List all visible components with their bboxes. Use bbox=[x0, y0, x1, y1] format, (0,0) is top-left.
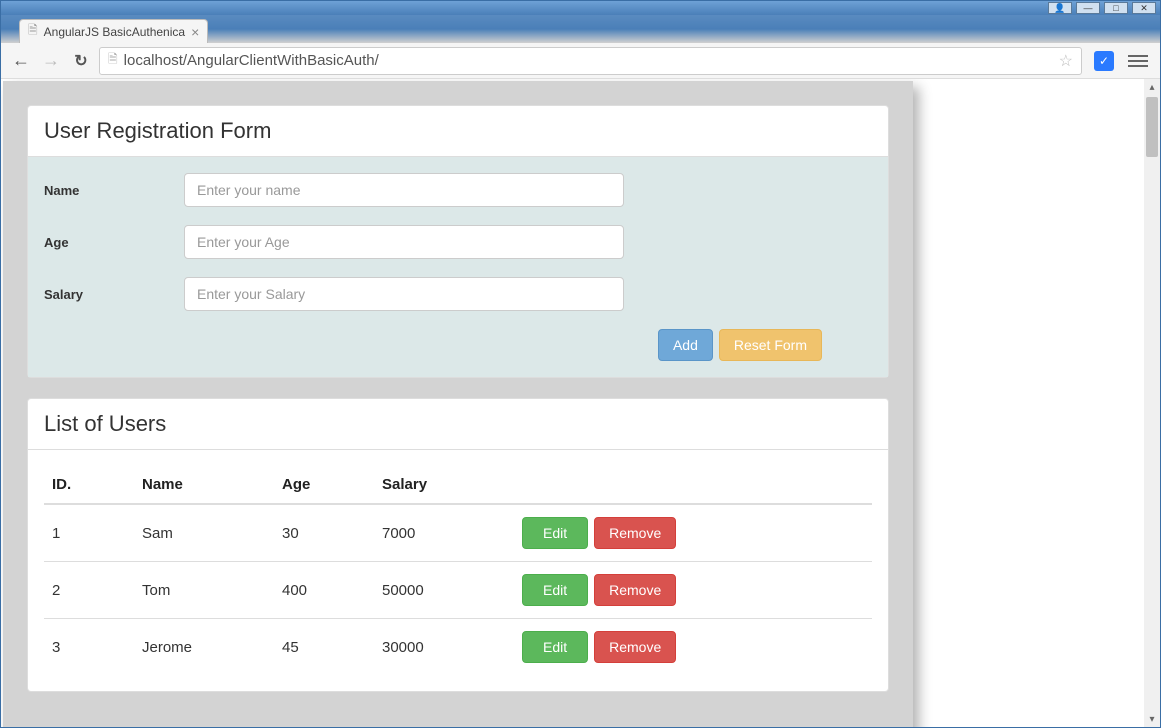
remove-button[interactable]: Remove bbox=[594, 631, 676, 663]
scroll-down-icon[interactable]: ▾ bbox=[1144, 711, 1160, 727]
col-name: Name bbox=[134, 466, 274, 504]
url-text: localhost/AngularClientWithBasicAuth/ bbox=[124, 52, 379, 69]
age-label: Age bbox=[44, 235, 184, 250]
table-row: 2Tom40050000EditRemove bbox=[44, 562, 872, 619]
edit-button[interactable]: Edit bbox=[522, 517, 588, 549]
users-list-panel: List of Users ID. Name Age Salary bbox=[27, 398, 889, 692]
list-heading: List of Users bbox=[28, 399, 888, 450]
url-bar[interactable]: 🗎 localhost/AngularClientWithBasicAuth/ … bbox=[99, 47, 1082, 75]
scroll-up-icon[interactable]: ▴ bbox=[1144, 79, 1160, 95]
cell-age: 30 bbox=[274, 504, 374, 562]
cell-id: 1 bbox=[44, 504, 134, 562]
col-age: Age bbox=[274, 466, 374, 504]
browser-toolbar: ← → ↻ 🗎 localhost/AngularClientWithBasic… bbox=[1, 43, 1160, 79]
name-label: Name bbox=[44, 183, 184, 198]
tab-strip: 🗎 AngularJS BasicAuthenica × bbox=[1, 15, 1160, 43]
remove-button[interactable]: Remove bbox=[594, 574, 676, 606]
salary-input[interactable] bbox=[184, 277, 624, 311]
cell-id: 2 bbox=[44, 562, 134, 619]
table-row: 3Jerome4530000EditRemove bbox=[44, 619, 872, 676]
reset-form-button[interactable]: Reset Form bbox=[719, 329, 822, 361]
forward-button[interactable]: → bbox=[39, 49, 63, 73]
col-salary: Salary bbox=[374, 466, 514, 504]
cell-age: 45 bbox=[274, 619, 374, 676]
extension-icon[interactable]: ✓ bbox=[1094, 51, 1114, 71]
window-titlebar: 👤 — □ ✕ bbox=[1, 1, 1160, 15]
tab-title: AngularJS BasicAuthenica bbox=[44, 25, 185, 39]
table-row: 1Sam307000EditRemove bbox=[44, 504, 872, 562]
scrollbar-thumb[interactable] bbox=[1146, 97, 1158, 157]
add-button[interactable]: Add bbox=[658, 329, 713, 361]
cell-name: Tom bbox=[134, 562, 274, 619]
hamburger-menu-icon[interactable] bbox=[1128, 55, 1148, 67]
cell-salary: 30000 bbox=[374, 619, 514, 676]
file-icon: 🗎 bbox=[28, 21, 38, 42]
users-table: ID. Name Age Salary 1Sam307000EditRemove… bbox=[44, 466, 872, 675]
col-id: ID. bbox=[44, 466, 134, 504]
close-window-button[interactable]: ✕ bbox=[1132, 2, 1156, 14]
browser-tab[interactable]: 🗎 AngularJS BasicAuthenica × bbox=[19, 19, 208, 43]
scrollbar[interactable]: ▴ ▾ bbox=[1144, 79, 1160, 727]
cell-name: Jerome bbox=[134, 619, 274, 676]
cell-name: Sam bbox=[134, 504, 274, 562]
name-input[interactable] bbox=[184, 173, 624, 207]
page-icon: 🗎 bbox=[108, 50, 118, 71]
cell-age: 400 bbox=[274, 562, 374, 619]
remove-button[interactable]: Remove bbox=[594, 517, 676, 549]
registration-form-panel: User Registration Form Name Age Salary bbox=[27, 105, 889, 378]
salary-label: Salary bbox=[44, 287, 184, 302]
cell-salary: 50000 bbox=[374, 562, 514, 619]
back-button[interactable]: ← bbox=[9, 49, 33, 73]
age-input[interactable] bbox=[184, 225, 624, 259]
close-tab-icon[interactable]: × bbox=[191, 24, 199, 40]
cell-salary: 7000 bbox=[374, 504, 514, 562]
bookmark-star-icon[interactable]: ☆ bbox=[1059, 51, 1073, 71]
form-heading: User Registration Form bbox=[28, 106, 888, 157]
viewport: User Registration Form Name Age Salary bbox=[1, 79, 1160, 727]
reload-button[interactable]: ↻ bbox=[69, 49, 93, 73]
maximize-button[interactable]: □ bbox=[1104, 2, 1128, 14]
cell-id: 3 bbox=[44, 619, 134, 676]
edit-button[interactable]: Edit bbox=[522, 631, 588, 663]
user-icon[interactable]: 👤 bbox=[1048, 2, 1072, 14]
edit-button[interactable]: Edit bbox=[522, 574, 588, 606]
minimize-button[interactable]: — bbox=[1076, 2, 1100, 14]
col-actions bbox=[514, 466, 872, 504]
